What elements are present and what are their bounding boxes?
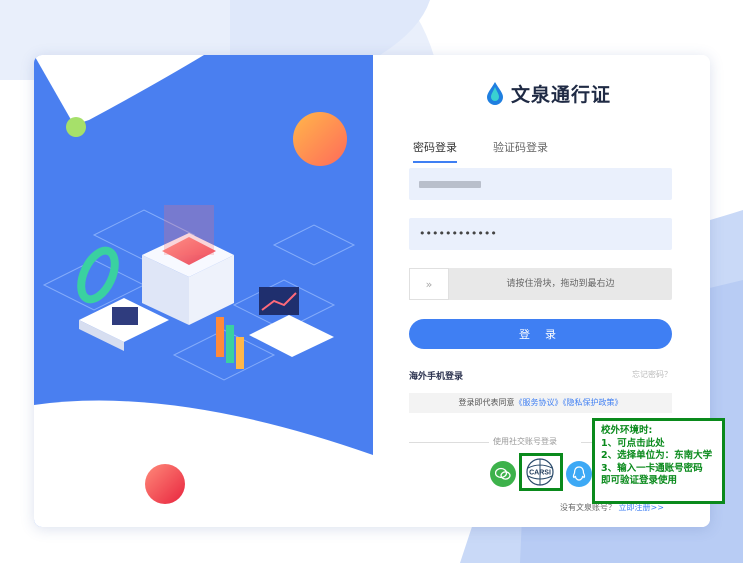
ring-shape	[77, 246, 119, 304]
divider-left	[409, 442, 489, 443]
carsi-highlight-box	[519, 453, 563, 491]
note-line-5: 即可验证登录使用	[601, 475, 678, 486]
overseas-phone-login-link[interactable]: 海外手机登录	[409, 369, 463, 382]
wechat-login-button[interactable]	[490, 461, 516, 487]
privacy-policy-link[interactable]: 《隐私保护政策》	[563, 398, 623, 407]
login-tabs: 密码登录 验证码登录	[413, 139, 548, 163]
login-button[interactable]: 登 录	[409, 319, 672, 349]
tab-password-login[interactable]: 密码登录	[413, 139, 457, 163]
orange-sun	[293, 112, 347, 166]
droplet-logo-icon	[487, 82, 503, 105]
illustration-panel	[34, 55, 373, 527]
password-field[interactable]: ••••••••••••	[409, 218, 672, 250]
slider-captcha: » 请按住滑块，拖动到最右边	[409, 268, 672, 300]
service-agreement-link[interactable]: 《服务协议》	[515, 398, 563, 407]
qq-icon	[572, 466, 586, 481]
forgot-password-link[interactable]: 忘记密码？	[632, 369, 672, 380]
social-login-label: 使用社交账号登录	[493, 437, 557, 446]
signup-link[interactable]: 立即注册>>	[619, 503, 664, 512]
note-line-2: 1、可点击此处	[601, 437, 665, 449]
slider-handle[interactable]: »	[409, 268, 449, 300]
wechat-icon	[495, 467, 511, 480]
note-line-4: 3、输入一卡通账号密码	[601, 462, 703, 474]
qq-login-button[interactable]	[566, 461, 592, 487]
agreement-bar: 登录即代表同意《服务协议》《隐私保护政策》	[409, 393, 672, 413]
brand: 文泉通行证	[485, 79, 611, 107]
agreement-prefix: 登录即代表同意	[458, 398, 515, 407]
right-platform	[249, 287, 334, 357]
offcampus-instruction-note: 校外环境时: 1、可点击此处 2、选择单位为：东南大学 3、输入一卡通账号密码 …	[592, 418, 725, 504]
slider-hint: 请按住滑块，拖动到最右边	[506, 279, 615, 289]
green-dot	[66, 117, 86, 137]
signup-prompt: 没有文泉账号？	[560, 503, 616, 512]
username-redacted	[419, 181, 481, 188]
red-ball	[145, 464, 185, 504]
tab-code-login[interactable]: 验证码登录	[493, 139, 548, 163]
note-line-3: 2、选择单位为：东南大学	[601, 450, 713, 461]
brand-title: 文泉通行证	[511, 83, 612, 106]
server-box	[142, 205, 234, 325]
note-line-1: 校外环境时:	[601, 425, 653, 436]
isometric-illustration	[34, 55, 373, 527]
bar-columns	[216, 317, 244, 369]
